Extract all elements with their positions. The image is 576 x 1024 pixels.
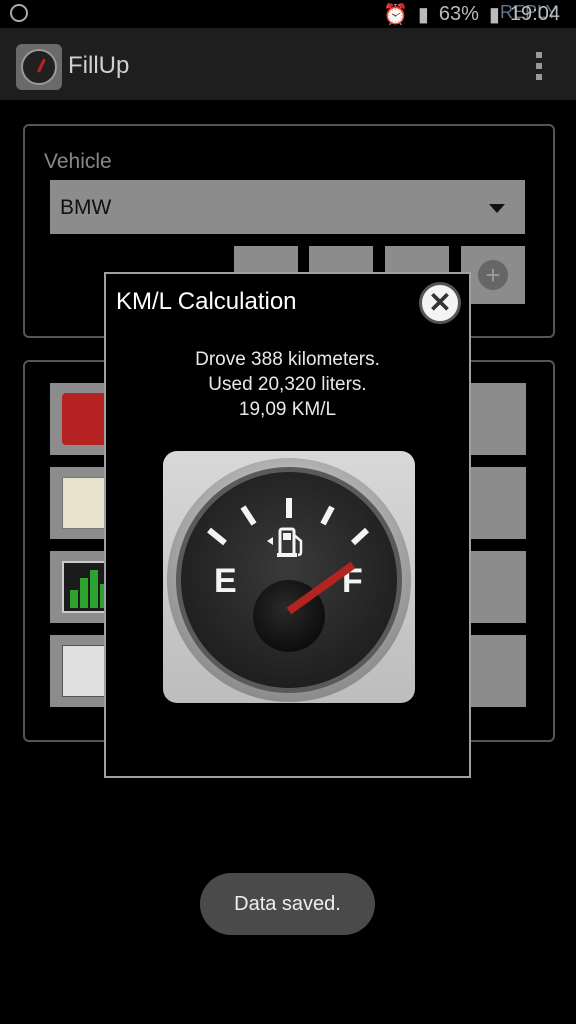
fuel-gauge-icon: E F [167,458,411,702]
efficiency-text: 19,09 KM/L [238,399,337,420]
close-icon: ✕ [428,287,452,318]
gas-can-icon [62,393,110,445]
battery-icon: ▮ [488,4,500,26]
fuel-gauge-app-icon [16,44,62,90]
empty-label: E [214,562,237,600]
status-right: ⏰ ▮ 63% ▮ 19:04 [383,2,560,27]
signal-icon: ▮ [417,4,429,26]
app-title: FillUp [68,52,130,79]
app-bar: FillUp [0,28,576,100]
vehicle-dropdown[interactable]: BMW [50,180,525,234]
vehicle-label: Vehicle [44,150,112,173]
vehicle-selected-value: BMW [60,196,112,219]
fuel-used-text: Used 20,320 liters. [208,374,367,395]
notepad-icon [62,477,110,529]
plus-icon: + [478,260,508,290]
distance-text: Drove 388 kilometers. [195,349,380,370]
overflow-menu-icon[interactable] [536,52,542,80]
dialog-title: KM/L Calculation [116,288,297,315]
close-dialog-button[interactable]: ✕ [419,282,461,324]
fuel-gauge-image: E F [163,451,415,703]
battery-level: 63% [438,3,479,25]
status-bar: REPLY ⏰ ▮ 63% ▮ 19:04 [0,0,576,28]
whatsapp-icon [10,4,28,22]
toast-message: Data saved. [200,873,375,935]
calculator-icon [62,645,110,697]
clock: 19:04 [509,3,560,25]
dropdown-arrow-icon [489,204,505,213]
bar-chart-icon [62,561,110,613]
kml-calculation-dialog: KM/L Calculation ✕ Drove 388 kilometers.… [104,272,471,778]
alarm-icon: ⏰ [382,4,408,26]
